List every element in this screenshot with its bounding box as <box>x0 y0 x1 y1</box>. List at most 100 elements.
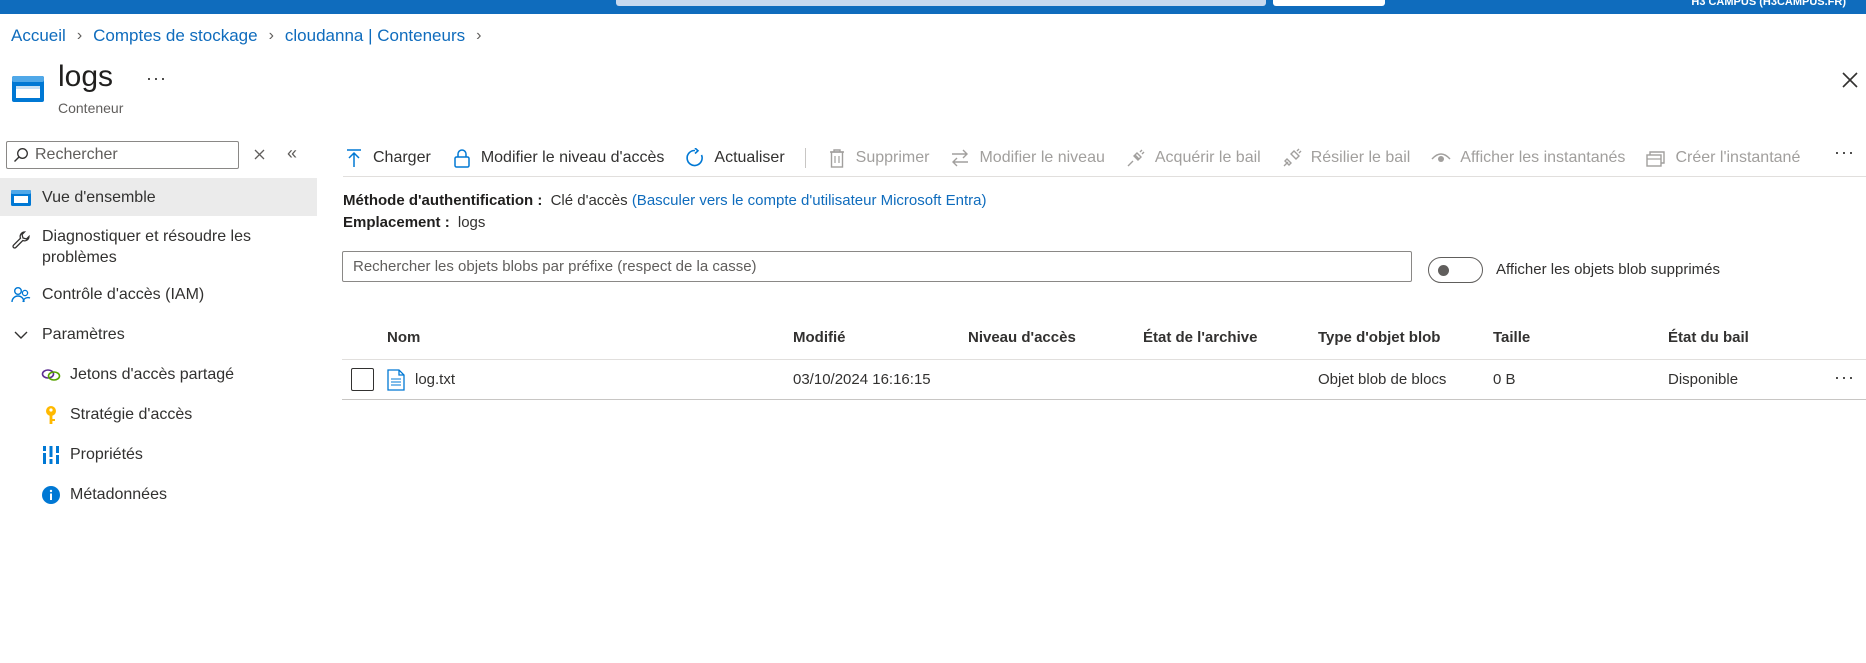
view-snapshots-button[interactable]: Afficher les instantanés <box>1430 147 1625 169</box>
command-bar-divider <box>343 176 1866 177</box>
column-header-archive-state[interactable]: État de l'archive <box>1143 329 1257 346</box>
unplug-icon <box>1281 147 1303 169</box>
top-bar-button[interactable] <box>1273 0 1385 6</box>
view-snapshots-label: Afficher les instantanés <box>1460 149 1626 166</box>
break-lease-button[interactable]: Résilier le bail <box>1281 147 1411 169</box>
info-icon <box>40 484 62 506</box>
create-snapshot-label: Créer l'instantané <box>1675 149 1801 166</box>
show-deleted-blobs-toggle[interactable] <box>1428 257 1483 283</box>
breadcrumb-separator-icon: › <box>76 27 83 44</box>
blob-prefix-search-input[interactable] <box>342 251 1412 282</box>
swap-icon <box>949 147 971 169</box>
people-icon <box>10 284 32 306</box>
sidebar-item-label: Métadonnées <box>70 486 167 503</box>
auth-method-row: Méthode d'authentification : Clé d'accès… <box>343 192 986 209</box>
sidebar-search[interactable] <box>6 141 239 169</box>
breadcrumb-home[interactable]: Accueil <box>11 26 66 46</box>
sidebar-item-label: Paramètres <box>42 326 125 343</box>
eye-icon <box>1430 147 1452 169</box>
switch-to-entra-link[interactable]: (Basculer vers le compte d'utilisateur M… <box>632 192 987 209</box>
breadcrumb-separator-icon: › <box>268 27 274 44</box>
wrench-icon <box>10 229 32 251</box>
break-lease-label: Résilier le bail <box>1310 149 1411 166</box>
sidebar-item-properties[interactable]: Propriétés <box>0 434 317 474</box>
location-value: logs <box>457 214 486 231</box>
page-title: logs <box>58 60 114 93</box>
sidebar-item-label: Jetons d'accès partagé <box>70 366 235 383</box>
toolbar-divider <box>804 148 806 168</box>
more-commands-icon[interactable]: ··· <box>1834 142 1855 163</box>
upload-button[interactable]: Charger <box>343 147 431 169</box>
trash-icon <box>826 147 848 169</box>
change-access-level-button[interactable]: Modifier le niveau d'accès <box>451 147 665 169</box>
create-snapshot-button[interactable]: Créer l'instantané <box>1645 147 1800 169</box>
sidebar-item-iam[interactable]: Contrôle d'accès (IAM) <box>0 274 317 314</box>
plug-icon <box>1125 147 1147 169</box>
refresh-button[interactable]: Actualiser <box>684 147 785 169</box>
link-icon <box>40 364 62 386</box>
search-icon <box>14 148 28 162</box>
close-icon[interactable] <box>1838 68 1862 92</box>
cell-blob-type: Objet blob de blocs <box>1318 371 1447 388</box>
sidebar-item-access-policy[interactable]: Stratégie d'accès <box>0 394 317 434</box>
sidebar-nav: Vue d'ensemble Diagnostiquer et résoudre… <box>0 178 317 514</box>
container-icon <box>10 187 32 209</box>
sidebar-item-label: Contrôle d'accès (IAM) <box>42 286 205 303</box>
page-subtitle: Conteneur <box>58 100 124 116</box>
table-row-divider <box>342 399 1866 400</box>
acquire-lease-button[interactable]: Acquérir le bail <box>1125 147 1261 169</box>
location-row: Emplacement : logs <box>343 214 485 231</box>
change-tier-label: Modifier le niveau <box>979 149 1105 166</box>
clear-filter-icon[interactable] <box>252 145 268 163</box>
top-bar: H3 CAMPUS (H3CAMPUS.FR) <box>0 0 1866 14</box>
sidebar-item-overview[interactable]: Vue d'ensemble <box>0 178 317 216</box>
sidebar-item-label: Diagnostiquer et résoudre les problèmes <box>42 228 252 266</box>
blob-name-link[interactable]: log.txt <box>415 371 455 388</box>
cell-modified: 03/10/2024 16:16:15 <box>793 371 931 388</box>
row-more-options-icon[interactable]: ··· <box>1834 367 1855 388</box>
column-header-blob-type[interactable]: Type d'objet blob <box>1318 329 1440 346</box>
global-search-bar[interactable] <box>616 0 1266 6</box>
sidebar-group-settings[interactable]: Paramètres <box>0 314 317 354</box>
file-icon <box>387 369 405 391</box>
row-checkbox[interactable] <box>351 368 374 391</box>
sidebar-item-sas-tokens[interactable]: Jetons d'accès partagé <box>0 354 317 394</box>
location-label: Emplacement : <box>343 214 450 231</box>
snapshot-icon <box>1645 147 1667 169</box>
refresh-icon <box>684 147 706 169</box>
sidebar-item-metadata[interactable]: Métadonnées <box>0 474 317 514</box>
auth-method-label: Méthode d'authentification : <box>343 192 543 209</box>
breadcrumb-containers[interactable]: cloudanna | Conteneurs <box>285 26 465 46</box>
show-deleted-blobs-label: Afficher les objets blob supprimés <box>1496 261 1721 278</box>
command-bar: Charger Modifier le niveau d'accès Actua… <box>343 140 1866 176</box>
column-header-modified[interactable]: Modifié <box>793 329 846 346</box>
change-access-level-label: Modifier le niveau d'accès <box>480 149 665 166</box>
change-tier-button[interactable]: Modifier le niveau <box>949 147 1105 169</box>
more-options-icon[interactable]: ··· <box>146 68 167 89</box>
delete-button[interactable]: Supprimer <box>826 147 930 169</box>
refresh-label: Actualiser <box>714 149 785 166</box>
sidebar-item-label: Vue d'ensemble <box>42 189 156 206</box>
column-header-lease-state[interactable]: État du bail <box>1668 329 1749 346</box>
sidebar-item-diagnose[interactable]: Diagnostiquer et résoudre les problèmes <box>0 216 317 274</box>
upload-icon <box>343 147 365 169</box>
cell-size: 0 B <box>1493 371 1516 388</box>
lock-icon <box>451 147 473 169</box>
tenant-name[interactable]: H3 CAMPUS (H3CAMPUS.FR) <box>1691 0 1846 8</box>
table-header-divider <box>342 359 1866 360</box>
column-header-size[interactable]: Taille <box>1493 329 1530 346</box>
column-header-name[interactable]: Nom <box>387 329 420 346</box>
column-header-access-tier[interactable]: Niveau d'accès <box>968 329 1076 346</box>
chevron-down-icon <box>10 324 32 346</box>
breadcrumb: Accueil › Comptes de stockage › cloudann… <box>11 26 492 46</box>
breadcrumb-storage-accounts[interactable]: Comptes de stockage <box>93 26 257 46</box>
key-icon <box>40 404 62 426</box>
delete-label: Supprimer <box>855 149 930 166</box>
cell-lease-state: Disponible <box>1668 371 1739 388</box>
collapse-sidebar-icon[interactable]: « <box>287 143 297 164</box>
container-icon <box>12 76 44 102</box>
sidebar-search-input[interactable] <box>35 146 225 164</box>
bars-icon <box>40 444 62 466</box>
sidebar-item-label: Stratégie d'accès <box>70 406 193 423</box>
sidebar-item-label: Propriétés <box>70 446 143 463</box>
